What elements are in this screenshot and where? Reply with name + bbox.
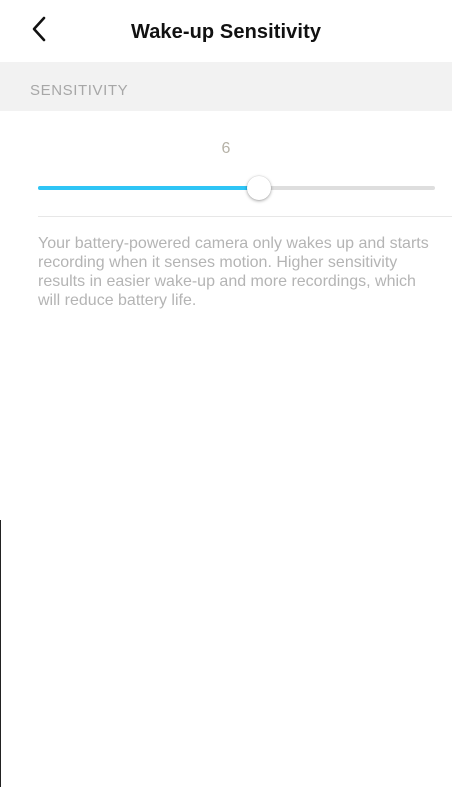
sensitivity-slider[interactable]: [38, 172, 435, 204]
navigation-bar: Wake-up Sensitivity: [0, 0, 452, 62]
page-title: Wake-up Sensitivity: [130, 21, 322, 43]
section-header: SENSITIVITY: [0, 62, 452, 111]
slider-thumb[interactable]: [247, 176, 271, 200]
slider-fill: [38, 186, 259, 190]
sensitivity-description: Your battery-powered camera only wakes u…: [38, 235, 429, 309]
wake-up-sensitivity-screen: Wake-up Sensitivity SENSITIVITY 6 Your b…: [0, 0, 452, 787]
divider: [38, 216, 452, 217]
section-header-label: SENSITIVITY: [30, 82, 129, 99]
sensitivity-value: 6: [221, 140, 231, 157]
screen-edge-line: [0, 520, 1, 787]
